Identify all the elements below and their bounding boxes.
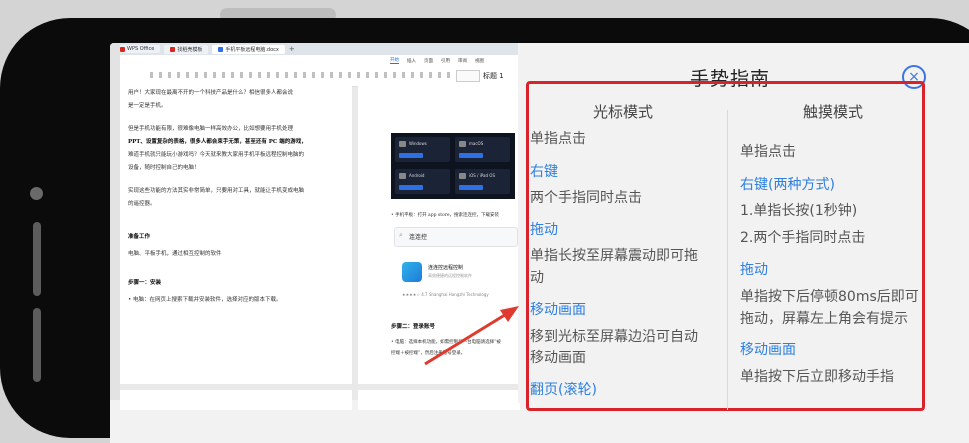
gesture-guide-panel: 手势指南 × 光标模式 单指点击 右键 两个手指同时点击 拖动 单指长按至屏幕震… <box>518 43 969 411</box>
cursor-mode-item: 动 <box>530 270 544 286</box>
platform-label: Android <box>409 173 425 178</box>
tab-label: WPS Office <box>127 46 155 52</box>
menu-bar: 开始 插入 页面 引用 审阅 视图 <box>110 55 520 66</box>
doc-heading: 步骤二：登录账号 <box>391 324 436 330</box>
tab-document[interactable]: 手机平板远程电脑.docx <box>212 44 285 54</box>
cursor-mode-heading: 移动画面 <box>530 302 586 318</box>
download-button <box>399 153 423 158</box>
side-button-lower <box>33 308 41 382</box>
platform-label: macOS <box>469 141 484 146</box>
touch-mode-item: 1.单指长按(1秒钟) <box>740 203 858 219</box>
touch-mode-heading: 右键(两种方式) <box>740 177 835 193</box>
download-card: Windows <box>395 137 450 162</box>
doc-paragraph-line: 是一定是手机。 <box>128 103 167 109</box>
android-icon <box>399 173 406 179</box>
menu-reference[interactable]: 引用 <box>441 58 450 64</box>
document-page-right: Windows macOS Android iOS / iPad OS • 手机… <box>358 86 520 384</box>
cursor-mode-item: 单指长按至屏幕震动即可拖 <box>530 248 698 264</box>
touch-mode-item: 2.两个手指同时点击 <box>740 230 866 246</box>
doc-paragraph-line: 电脑、平板手机，通过相互控制的软件 <box>128 251 222 257</box>
touch-mode-item: 单指按下后立即移动手指 <box>740 369 894 385</box>
menu-review[interactable]: 审阅 <box>458 58 467 64</box>
toolbar-icons[interactable] <box>150 72 450 78</box>
app-store-search: ⌕ 连连控 <box>394 227 518 247</box>
doc-paragraph-line: 设备，随时控制自己的电脑！ <box>128 165 200 171</box>
menu-insert[interactable]: 插入 <box>407 58 416 64</box>
font-size-box[interactable] <box>456 70 480 82</box>
windows-icon <box>399 141 406 147</box>
document-page-next <box>358 390 520 410</box>
doc-heading: 步骤一：安装 <box>128 280 162 286</box>
page-gutter <box>110 43 120 400</box>
doc-note: • 手机平板：打开 app store，搜索连连控，下载安装 <box>391 213 500 218</box>
touch-mode-heading: 拖动 <box>740 262 768 278</box>
search-text: 连连控 <box>409 234 428 241</box>
style-selector[interactable]: 标题 1 <box>483 71 504 81</box>
download-button <box>459 153 483 158</box>
touch-mode-title: 触摸模式 <box>803 103 864 121</box>
touch-mode-item: 单指点击 <box>740 144 796 160</box>
document-page-next <box>120 390 352 410</box>
camera-dot <box>30 187 43 200</box>
app-name: 连连控远程控制 <box>428 265 464 271</box>
wps-icon <box>120 46 125 52</box>
menu-page[interactable]: 页面 <box>424 58 433 64</box>
cursor-mode-item: 移到光标至屏幕边沿可自动 <box>530 329 698 345</box>
cursor-mode-title: 光标模式 <box>593 103 654 121</box>
tab-template[interactable]: 找稻壳模板 <box>164 44 209 54</box>
apple-icon <box>459 141 466 147</box>
doc-paragraph-line: 控端＋被控端”，然后注册账号登录。 <box>391 351 466 356</box>
doc-paragraph-line: • 电脑：选择本机功能，如需控制另一台电脑请选择“被 <box>391 340 501 345</box>
apple-icon <box>459 173 466 179</box>
doc-paragraph-line: 难道手机就只能玩小游戏吗？今天就来教大家用手机平板远程控制电脑的 <box>128 152 305 158</box>
doc-paragraph-line: 用户！大家现在最离不开的一个科技产品是什么？相信很多人都会说 <box>128 90 294 96</box>
app-meta: ★★★★☆ 4.7 Shanghai Hangzhi Technology <box>402 292 489 297</box>
side-button-upper <box>33 222 41 296</box>
download-button <box>459 185 483 190</box>
download-card: macOS <box>455 137 510 162</box>
cursor-mode-heading: 右键 <box>530 164 558 180</box>
app-logo-icon <box>402 262 422 282</box>
app-subtitle: 高效便捷的远程控制软件 <box>428 273 472 278</box>
platform-label: iOS / iPad OS <box>469 173 495 178</box>
tab-label: 找稻壳模板 <box>177 46 203 53</box>
cursor-mode-item: 两个手指同时点击 <box>530 190 642 206</box>
document-page-left: 用户！大家现在最离不开的一个科技产品是什么？相信很多人都会说 是一定是手机。 但… <box>120 86 352 384</box>
doc-paragraph-line: PPT、设置复杂的表格，很多人都会束手无策，甚至还有 PC 端的游戏， <box>128 139 307 145</box>
platform-label: Windows <box>409 141 427 146</box>
download-card: iOS / iPad OS <box>455 169 510 194</box>
cursor-mode-item: 移动画面 <box>530 350 586 366</box>
cursor-mode-heading: 翻页(滚轮) <box>530 382 597 398</box>
doc-paragraph-line: 但是手机功能有限，很难像电脑一样高效办公，比如想要用手机处理 <box>128 126 294 132</box>
download-button <box>399 185 423 190</box>
doc-paragraph-line: 的遥控器。 <box>128 201 156 207</box>
search-icon: ⌕ <box>399 231 403 239</box>
download-card: Android <box>395 169 450 194</box>
cursor-mode-heading: 拖动 <box>530 222 558 238</box>
document-viewer[interactable]: WPS Office 找稻壳模板 手机平板远程电脑.docx + 开始 插入 页… <box>110 43 524 410</box>
menu-view[interactable]: 视图 <box>475 58 484 64</box>
doc-paragraph-line: • 电脑：在网页上搜索下载并安装软件，选择对应的版本下载。 <box>128 297 282 303</box>
column-divider <box>727 110 728 410</box>
touch-mode-item: 拖动，屏幕左上角会有提示 <box>740 311 908 327</box>
template-icon <box>170 46 176 52</box>
cursor-mode-item: 单指点击 <box>530 131 586 147</box>
menu-home[interactable]: 开始 <box>390 57 399 64</box>
tab-bar: WPS Office 找稻壳模板 手机平板远程电脑.docx + <box>110 43 524 55</box>
tab-wps[interactable]: WPS Office <box>114 45 161 53</box>
touch-mode-item: 单指按下后停顿80ms后即可 <box>740 289 919 305</box>
formatting-toolbar: 标题 1 <box>110 66 520 87</box>
new-tab-icon[interactable]: + <box>289 45 295 53</box>
touch-mode-heading: 移动画面 <box>740 342 796 358</box>
tab-label: 手机平板远程电脑.docx <box>225 46 279 53</box>
doc-heading: 准备工作 <box>128 234 151 240</box>
download-platforms-image: Windows macOS Android iOS / iPad OS <box>391 133 515 199</box>
doc-paragraph-line: 实现这些功能的方法其实非常简单，只要用对工具，就能让手机变成电脑 <box>128 188 305 194</box>
doc-icon <box>218 46 224 52</box>
